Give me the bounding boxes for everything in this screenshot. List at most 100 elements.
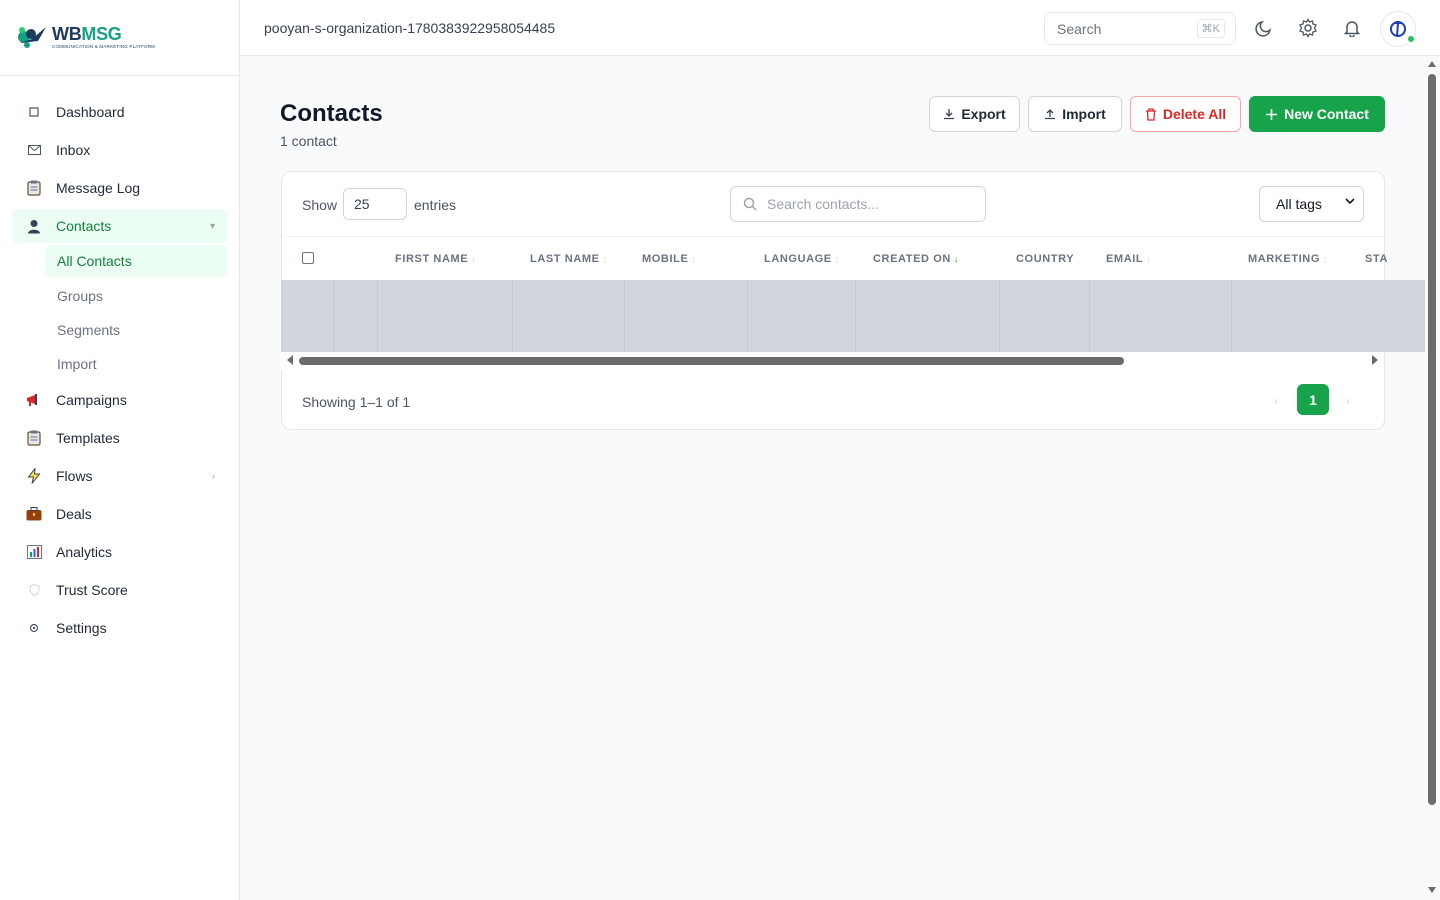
column-header-language[interactable]: LANGUAGE ↕ — [764, 253, 840, 265]
column-divider — [1089, 280, 1090, 352]
bell-icon[interactable] — [1340, 16, 1364, 40]
search-icon — [743, 197, 757, 211]
brand-name-part1: WB — [52, 24, 82, 45]
sidebar-item-inbox[interactable]: Inbox — [0, 131, 239, 169]
square-icon — [24, 102, 44, 122]
column-divider — [512, 280, 513, 352]
column-header-mobile[interactable]: MOBILE ↕ — [642, 253, 697, 265]
delete-all-button[interactable]: Delete All — [1130, 96, 1241, 132]
vertical-scrollbar[interactable] — [1425, 56, 1440, 900]
sidebar-item-contacts[interactable]: Contacts ▾ — [12, 209, 227, 243]
organization-name[interactable]: pooyan-s-organization-178038392295805448… — [264, 20, 555, 36]
column-divider — [999, 280, 1000, 352]
sidebar-item-trust-score[interactable]: Trust Score — [0, 571, 239, 609]
pagination-summary: Showing 1–1 of 1 — [302, 394, 411, 410]
logo-icon — [18, 26, 46, 48]
sort-icon: ↕ — [1323, 254, 1329, 264]
pagination-prev-button[interactable]: ‹ — [1274, 394, 1278, 408]
top-header: pooyan-s-organization-178038392295805448… — [240, 0, 1440, 56]
sidebar-item-label: Campaigns — [56, 392, 127, 408]
column-header-marketing[interactable]: MARKETING ↕ — [1248, 253, 1328, 265]
pagination-next-button[interactable]: › — [1346, 394, 1350, 408]
pagination-page-button[interactable]: 1 — [1297, 384, 1329, 415]
scroll-left-arrow[interactable] — [287, 355, 293, 365]
global-search-input[interactable]: Search ⌘K — [1044, 12, 1236, 45]
sort-desc-icon: ↓ — [953, 254, 960, 264]
sidebar-subitem-all-contacts[interactable]: All Contacts — [45, 245, 227, 277]
tag-filter-value: All tags — [1276, 196, 1322, 212]
sidebar-item-label: Contacts — [56, 218, 112, 234]
sidebar: WBMSG COMMUNICATION & MARKETING PLATFORM… — [0, 0, 240, 900]
megaphone-icon — [24, 390, 44, 410]
column-header-first-name[interactable]: FIRST NAME ↕ — [395, 253, 476, 265]
scroll-up-arrow[interactable] — [1428, 61, 1436, 67]
sidebar-item-message-log[interactable]: Message Log — [0, 169, 239, 207]
mail-icon — [24, 140, 44, 160]
horizontal-scroll-thumb[interactable] — [299, 357, 1124, 365]
chevron-down-icon — [1345, 197, 1355, 208]
select-all-checkbox[interactable] — [302, 252, 314, 264]
sidebar-item-label: Flows — [56, 468, 93, 484]
column-divider — [377, 280, 378, 352]
sidebar-item-settings[interactable]: Settings — [0, 609, 239, 647]
entries-label: entries — [414, 197, 457, 213]
sort-icon: ↕ — [691, 254, 697, 264]
column-header-last-name[interactable]: LAST NAME ↕ — [530, 253, 608, 265]
column-header-country[interactable]: COUNTRY — [1016, 253, 1074, 265]
import-label: Import — [1062, 106, 1106, 122]
sidebar-item-dashboard[interactable]: Dashboard — [0, 93, 239, 131]
logo[interactable]: WBMSG COMMUNICATION & MARKETING PLATFORM — [0, 0, 239, 76]
sidebar-item-flows[interactable]: Flows › — [0, 457, 239, 495]
plus-icon — [1266, 108, 1278, 120]
keyboard-shortcut: ⌘K — [1196, 19, 1225, 38]
table-row[interactable] — [281, 280, 1440, 352]
moon-icon[interactable] — [1252, 16, 1276, 40]
shield-icon — [24, 580, 44, 600]
brand-logo: WBMSG COMMUNICATION & MARKETING PLATFORM — [16, 25, 155, 51]
user-avatar[interactable] — [1380, 11, 1416, 47]
briefcase-icon — [24, 504, 44, 524]
page-title: Contacts — [280, 100, 383, 127]
sort-icon: ↕ — [602, 254, 608, 264]
scroll-down-arrow[interactable] — [1428, 887, 1436, 893]
vertical-scroll-thumb[interactable] — [1428, 74, 1436, 805]
tag-filter-select[interactable]: All tags — [1259, 186, 1364, 222]
sidebar-subitem-segments[interactable]: Segments — [45, 313, 227, 347]
import-button[interactable]: Import — [1028, 96, 1122, 132]
horizontal-scrollbar[interactable] — [281, 352, 1384, 370]
sidebar-item-analytics[interactable]: Analytics — [0, 533, 239, 571]
sidebar-subitem-import[interactable]: Import — [45, 347, 227, 381]
sidebar-item-templates[interactable]: Templates — [0, 419, 239, 457]
chevron-right-icon: › — [211, 470, 215, 482]
contact-search-input[interactable]: Search contacts... — [730, 186, 986, 222]
column-header-status[interactable]: STA — [1365, 253, 1388, 265]
sidebar-item-label: Deals — [56, 506, 92, 522]
scroll-right-arrow[interactable] — [1372, 355, 1378, 365]
table-header: FIRST NAME ↕ LAST NAME ↕ MOBILE ↕ LANGUAGE ↕… — [282, 236, 1388, 281]
trash-icon — [1145, 107, 1156, 121]
export-button[interactable]: Export — [929, 96, 1020, 132]
sidebar-item-label: Analytics — [56, 544, 113, 560]
clipboard-icon — [24, 178, 44, 198]
online-status-indicator — [1407, 35, 1415, 43]
search-placeholder: Search — [1057, 20, 1102, 37]
new-contact-button[interactable]: New Contact — [1249, 96, 1385, 132]
sidebar-item-label: Dashboard — [56, 104, 125, 120]
brand-name-part2: MSG — [81, 24, 122, 45]
column-divider — [855, 280, 856, 352]
delete-all-label: Delete All — [1162, 106, 1227, 122]
sidebar-item-label: Inbox — [56, 142, 91, 158]
new-contact-label: New Contact — [1284, 106, 1369, 122]
column-header-created-on[interactable]: CREATED ON ↓ — [873, 253, 959, 265]
sidebar-subitem-groups[interactable]: Groups — [45, 279, 227, 313]
column-divider — [333, 280, 334, 352]
clipboard-icon — [24, 428, 44, 448]
gear-icon[interactable] — [1296, 16, 1320, 40]
sidebar-item-deals[interactable]: Deals — [0, 495, 239, 533]
page-size-input[interactable]: 25 — [343, 188, 407, 220]
column-header-email[interactable]: EMAIL ↕ — [1106, 253, 1151, 265]
sort-icon: ↕ — [1146, 254, 1152, 264]
sidebar-item-campaigns[interactable]: Campaigns — [0, 381, 239, 419]
sidebar-nav: Dashboard Inbox Message Log Contacts ▾ A… — [0, 76, 239, 647]
sidebar-item-label: Templates — [56, 430, 120, 446]
